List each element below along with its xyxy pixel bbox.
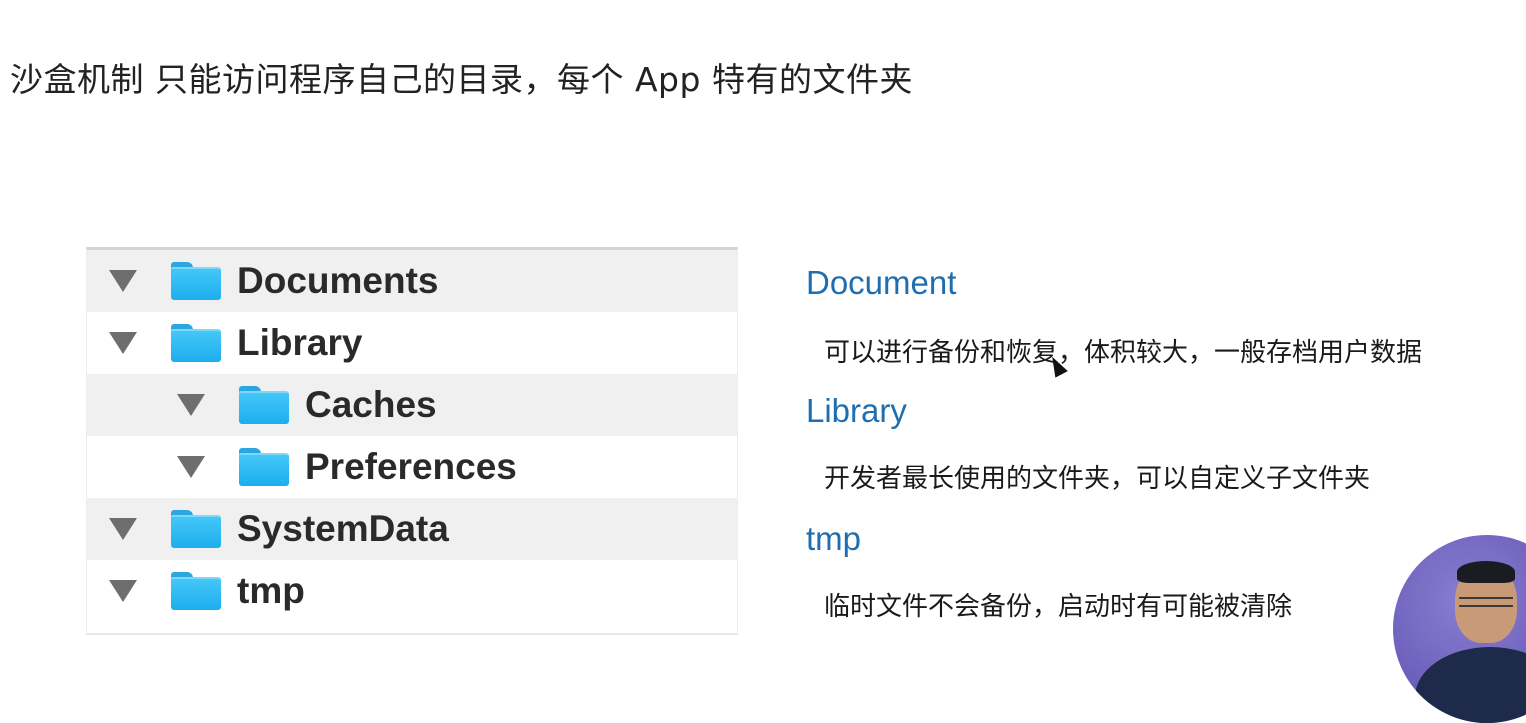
tree-row-preferences[interactable]: Preferences: [87, 436, 737, 498]
presenter-hair: [1457, 561, 1515, 583]
tree-row-caches[interactable]: Caches: [87, 374, 737, 436]
tree-row-systemdata[interactable]: SystemData: [87, 498, 737, 560]
description-text-library: 开发者最长使用的文件夹，可以自定义子文件夹: [824, 464, 1371, 494]
folder-icon: [239, 386, 289, 424]
folder-icon: [171, 262, 221, 300]
disclosure-triangle-icon[interactable]: [177, 456, 205, 478]
disclosure-triangle-icon[interactable]: [109, 270, 137, 292]
tree-row-documents[interactable]: Documents: [87, 250, 737, 312]
tree-row-label: SystemData: [237, 508, 449, 549]
disclosure-triangle-icon[interactable]: [109, 580, 137, 602]
description-heading-library: Library: [806, 392, 907, 429]
folder-icon: [171, 324, 221, 362]
folder-icon: [239, 448, 289, 486]
tree-row-label: Documents: [237, 260, 439, 301]
disclosure-triangle-icon[interactable]: [109, 518, 137, 540]
description-heading-document: Document: [806, 264, 957, 301]
presenter-glasses: [1459, 597, 1513, 607]
folder-icon: [171, 510, 221, 548]
disclosure-triangle-icon[interactable]: [177, 394, 205, 416]
description-text-document: 可以进行备份和恢复，体积较大，一般存档用户数据: [824, 338, 1423, 368]
tree-row-tmp[interactable]: tmp: [87, 560, 737, 622]
slide-title: 沙盒机制 只能访问程序自己的目录，每个 App 特有的文件夹: [10, 60, 913, 99]
tree-row-label: Library: [237, 322, 363, 363]
presenter-video: [1393, 535, 1526, 723]
description-heading-tmp: tmp: [806, 520, 862, 557]
tree-row-label: Caches: [305, 384, 437, 425]
folder-tree: Documents Library Caches Preferences Sys…: [86, 247, 738, 635]
description-text-tmp: 临时文件不会备份，启动时有可能被清除: [824, 592, 1293, 622]
tree-row-library[interactable]: Library: [87, 312, 737, 374]
tree-row-label: tmp: [237, 570, 305, 611]
presenter-shirt: [1415, 647, 1526, 723]
disclosure-triangle-icon[interactable]: [109, 332, 137, 354]
folder-icon: [171, 572, 221, 610]
tree-row-label: Preferences: [305, 446, 517, 487]
